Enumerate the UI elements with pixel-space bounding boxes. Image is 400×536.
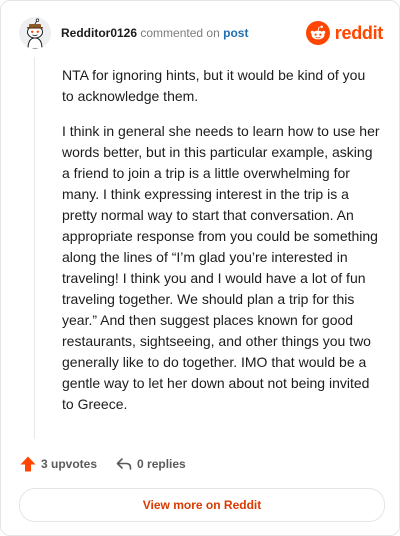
commented-on-text: commented on bbox=[140, 26, 220, 40]
comment-meta: Redditor0126 commented on post bbox=[61, 26, 248, 40]
upvote-arrow-icon bbox=[20, 456, 36, 472]
upvotes-count: 3 upvotes bbox=[41, 457, 98, 471]
replies-count: 0 replies bbox=[137, 457, 186, 471]
view-more-button[interactable]: View more on Reddit bbox=[19, 488, 385, 522]
reply-arrow-icon bbox=[116, 458, 132, 470]
reddit-brand-link[interactable]: reddit bbox=[305, 21, 384, 45]
comment-body: NTA for ignoring hints, but it would be … bbox=[62, 65, 380, 429]
replies-button[interactable]: 0 replies bbox=[115, 455, 186, 473]
snoo-avatar-icon[interactable] bbox=[19, 17, 51, 49]
upvotes-button[interactable]: 3 upvotes bbox=[19, 455, 97, 473]
post-link[interactable]: post bbox=[223, 26, 248, 40]
reddit-wordmark: reddit bbox=[334, 23, 384, 43]
embedded-comment-card: Redditor0126 commented on post reddit NT… bbox=[0, 0, 400, 536]
comment-actions: 3 upvotes 0 replies bbox=[19, 453, 204, 475]
username-link[interactable]: Redditor0126 bbox=[61, 26, 137, 40]
comment-paragraph: I think in general she needs to learn ho… bbox=[62, 123, 380, 412]
comment-paragraph: NTA for ignoring hints, but it would be … bbox=[62, 67, 366, 104]
reddit-snoo-icon bbox=[305, 21, 330, 45]
thread-line bbox=[34, 57, 35, 439]
comment-header: Redditor0126 commented on post reddit bbox=[19, 17, 383, 49]
